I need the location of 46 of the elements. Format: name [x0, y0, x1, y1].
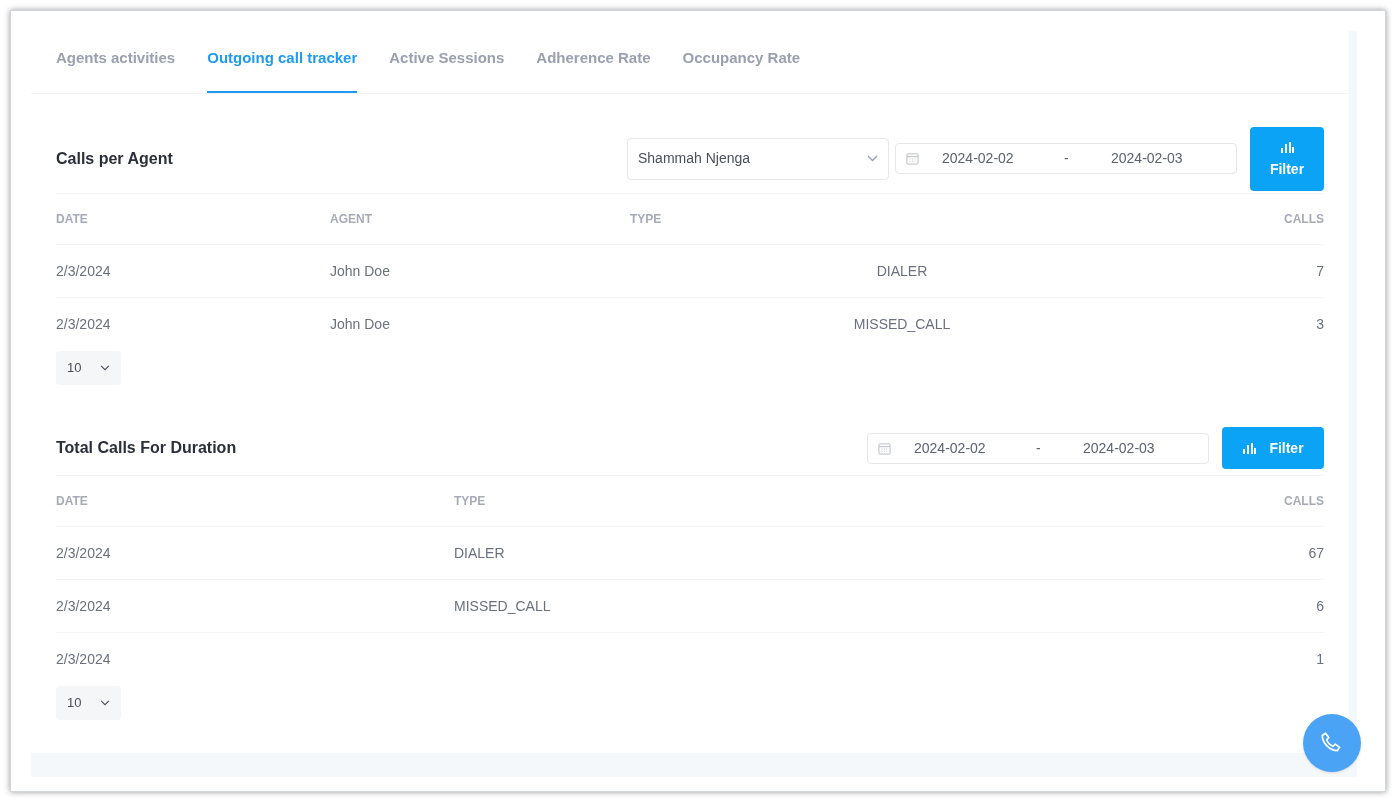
- table-cell-text: 3: [1316, 315, 1324, 334]
- column-header: TYPE: [630, 211, 662, 228]
- date-separator: -: [1064, 149, 1070, 168]
- agent-select[interactable]: Shammah Njenga: [627, 137, 889, 180]
- table-cell-text: 7: [1316, 261, 1324, 281]
- date-range-field[interactable]: 2024-02-02 - 2024-02-03: [867, 432, 1209, 464]
- selected-agent: Shammah Njenga: [638, 149, 751, 168]
- table-cell-text: 6: [1316, 596, 1324, 616]
- column-header: TYPE: [454, 493, 486, 510]
- table-cell-text: John Doe: [330, 261, 390, 281]
- bar-chart-icon: [1280, 141, 1294, 153]
- chevron-down-icon: [100, 700, 110, 706]
- column-header: CALLS: [1284, 493, 1324, 510]
- table-cell-text: 2/3/2024: [56, 543, 111, 563]
- table-cell-text: 2/3/2024: [56, 596, 111, 616]
- table-cell-text: 2/3/2024: [56, 261, 111, 281]
- calendar-icon: [906, 152, 919, 165]
- end-date[interactable]: 2024-02-03: [1111, 148, 1183, 169]
- section-title: Calls per Agent: [56, 148, 174, 169]
- page-size-select[interactable]: 10: [56, 686, 121, 720]
- date-range-field[interactable]: 2024-02-02 - 2024-02-03: [895, 143, 1237, 174]
- table-cell-text: MISSED_CALL: [853, 315, 951, 334]
- table-cell-text: 2/3/2024: [56, 315, 111, 334]
- start-date[interactable]: 2024-02-02: [914, 437, 1036, 459]
- table-cell-text: 2/3/2024: [56, 650, 111, 669]
- page-size-select[interactable]: 10: [56, 351, 121, 385]
- calendar-icon: [878, 441, 891, 455]
- table-cell-text: MISSED_CALL: [454, 596, 551, 616]
- table-cell-text: 1: [1316, 650, 1324, 669]
- start-date[interactable]: 2024-02-02: [942, 148, 1064, 169]
- table-cell-text: DIALER: [454, 543, 505, 563]
- column-header: DATE: [56, 493, 88, 510]
- column-header: AGENT: [330, 211, 372, 228]
- column-header: CALLS: [1284, 211, 1324, 228]
- bar-chart-icon: [1242, 442, 1257, 454]
- table-cell-text: 67: [1308, 543, 1324, 563]
- page-size-value: 10: [67, 694, 82, 713]
- section-title: Total Calls For Duration: [56, 438, 238, 458]
- end-date[interactable]: 2024-02-03: [1083, 437, 1155, 459]
- date-separator: -: [1036, 438, 1042, 458]
- chevron-down-icon: [867, 155, 878, 162]
- column-header: DATE: [56, 211, 88, 228]
- page-size-value: 10: [67, 359, 82, 378]
- chevron-down-icon: [100, 365, 110, 371]
- table-cell-text: John Doe: [330, 315, 390, 334]
- table-cell-text: DIALER: [876, 261, 928, 281]
